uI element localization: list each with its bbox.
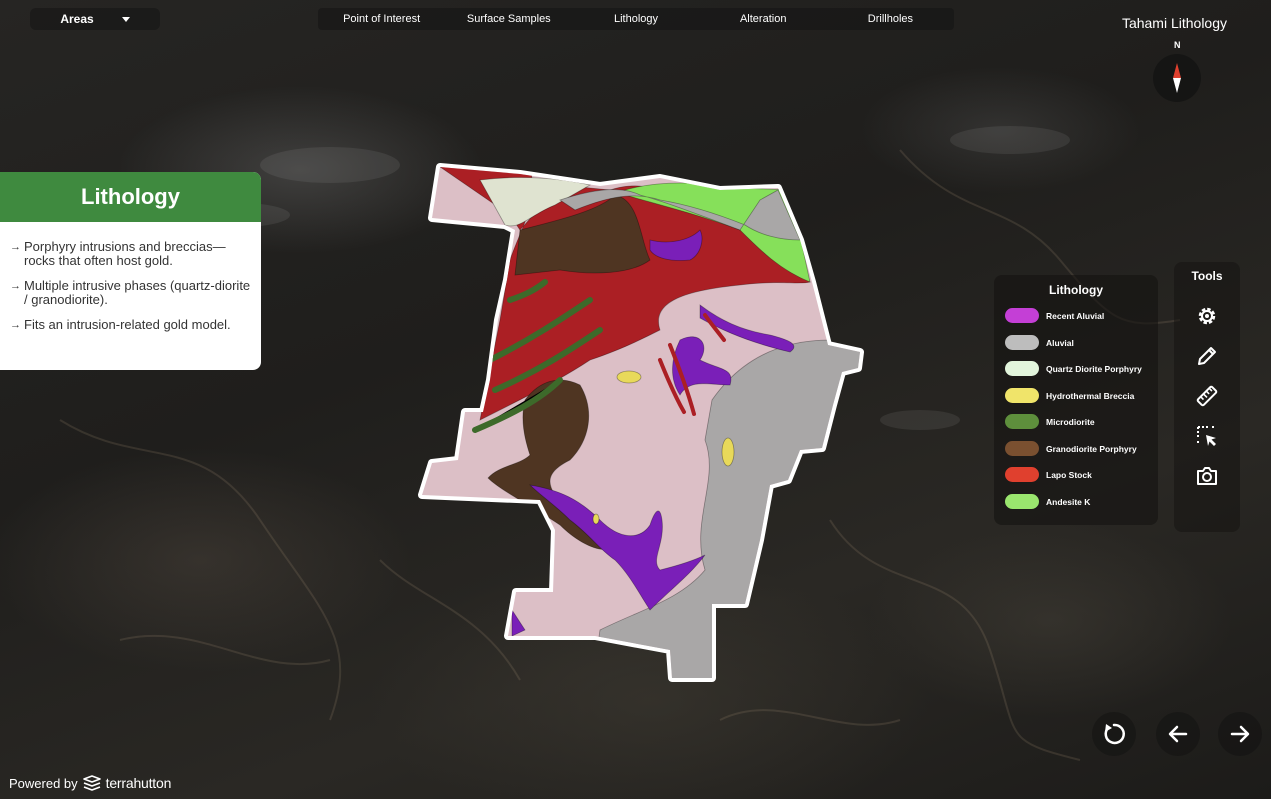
legend-item: Andesite K <box>1005 494 1090 509</box>
reset-icon <box>1104 723 1125 745</box>
tab-lithology[interactable]: Lithology <box>572 8 699 30</box>
previous-button[interactable] <box>1156 712 1200 756</box>
arrow-right-icon: → <box>10 241 21 253</box>
terrahutton-logo-icon <box>82 775 101 791</box>
legend-title: Lithology <box>1049 283 1103 297</box>
compass-needle-icon <box>1173 63 1181 93</box>
tab-point-of-interest[interactable]: Point of Interest <box>318 8 445 30</box>
gear-icon[interactable] <box>1194 303 1220 329</box>
legend-swatch <box>1005 414 1039 429</box>
arrow-left-icon <box>1168 725 1188 743</box>
legend-label: Hydrothermal Breccia <box>1046 390 1135 401</box>
legend-label: Andesite K <box>1046 496 1091 507</box>
layer-tabs: Point of Interest Surface Samples Lithol… <box>318 8 954 30</box>
legend-item: Quartz Diorite Porphyry <box>1005 361 1142 376</box>
list-item: → Multiple intrusive phases (quartz-diori… <box>10 279 253 307</box>
powered-by[interactable]: Powered by terrahutton <box>9 775 171 791</box>
compass-north-label: N <box>1174 40 1181 50</box>
brand-name: terrahutton <box>105 775 172 791</box>
legend-swatch <box>1005 441 1039 456</box>
legend-item: Recent Aluvial <box>1005 308 1104 323</box>
legend-item: Hydrothermal Breccia <box>1005 388 1134 403</box>
legend-swatch <box>1005 308 1039 323</box>
legend-label: Quartz Diorite Porphyry <box>1046 363 1142 374</box>
info-card-bullets: → Porphyry intrusions and breccias—rocks … <box>0 222 261 332</box>
camera-icon[interactable] <box>1194 463 1220 489</box>
arrow-right-icon: → <box>10 280 21 292</box>
bullet-text: Porphyry intrusions and breccias—rocks t… <box>24 239 226 268</box>
bullet-text: Multiple intrusive phases (quartz-diorit… <box>24 278 251 307</box>
arrow-right-icon <box>1230 725 1250 743</box>
legend-swatch <box>1005 361 1039 376</box>
list-item: → Fits an intrusion-related gold model. <box>10 318 253 332</box>
areas-dropdown-label: Areas <box>60 12 94 26</box>
legend-label: Aluvial <box>1046 337 1074 348</box>
tools-title: Tools <box>1191 269 1223 283</box>
arrow-right-icon: → <box>10 319 21 331</box>
areas-dropdown[interactable]: Areas <box>30 8 160 30</box>
legend-swatch <box>1005 494 1039 509</box>
list-item: → Porphyry intrusions and breccias—rocks … <box>10 240 253 268</box>
legend-item: Microdiorite <box>1005 414 1095 429</box>
pencil-icon[interactable] <box>1194 343 1220 369</box>
tools-panel: Tools <box>1174 262 1240 532</box>
unit-yellow-breccia-3 <box>592 513 600 525</box>
legend-label: Recent Aluvial <box>1046 310 1105 321</box>
tab-drillholes[interactable]: Drillholes <box>827 8 954 30</box>
ruler-icon[interactable] <box>1194 383 1220 409</box>
legend-swatch <box>1005 467 1039 482</box>
compass-button[interactable] <box>1153 54 1201 102</box>
caret-down-icon <box>121 16 130 22</box>
legend-label: Granodiorite Porphyry <box>1046 443 1137 454</box>
unit-yellow-breccia-2 <box>721 437 735 467</box>
legend-swatch <box>1005 388 1039 403</box>
info-card: Lithology → Porphyry intrusions and brecc… <box>0 172 261 370</box>
info-card-title: Lithology <box>0 172 261 222</box>
legend-swatch <box>1005 335 1039 350</box>
legend-item: Lapo Stock <box>1005 467 1092 482</box>
tab-surface-samples[interactable]: Surface Samples <box>445 8 572 30</box>
legend-item: Granodiorite Porphyry <box>1005 441 1137 456</box>
legend-label: Lapo Stock <box>1046 469 1092 480</box>
select-icon[interactable] <box>1194 423 1220 449</box>
legend-item: Aluvial <box>1005 335 1074 350</box>
unit-yellow-breccia-1 <box>616 370 642 384</box>
powered-by-label: Powered by <box>9 775 78 791</box>
reset-view-button[interactable] <box>1092 712 1136 756</box>
lithology-legend: Lithology Recent Aluvial Aluvial Quartz … <box>994 275 1158 525</box>
map-title: Tahami Lithology <box>1121 15 1227 31</box>
bullet-text: Fits an intrusion-related gold model. <box>24 317 231 332</box>
next-button[interactable] <box>1218 712 1262 756</box>
legend-label: Microdiorite <box>1046 416 1095 427</box>
tab-alteration[interactable]: Alteration <box>700 8 827 30</box>
